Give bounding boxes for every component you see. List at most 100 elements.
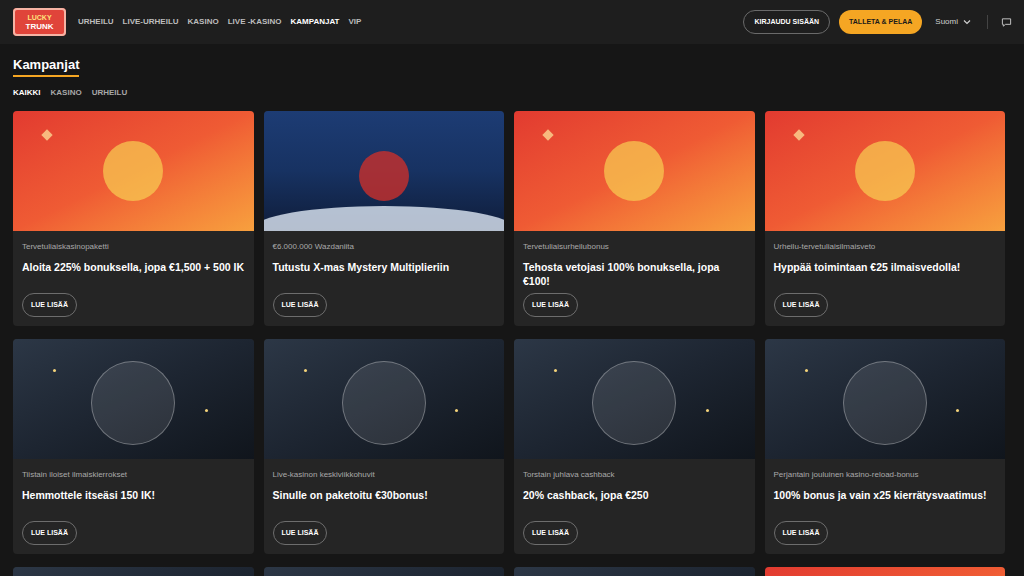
promo-category: €6.000.000 Wazdaniita bbox=[273, 242, 496, 252]
promo-image[interactable] bbox=[765, 111, 1006, 231]
star-icon bbox=[455, 409, 458, 412]
promo-title: Sinulle on paketoitu €30bonus! bbox=[273, 488, 496, 516]
star-icon bbox=[53, 369, 56, 372]
nav-link[interactable]: VIP bbox=[349, 16, 362, 28]
promo-image[interactable] bbox=[13, 111, 254, 231]
filter-tab[interactable]: KASINO bbox=[51, 88, 82, 98]
main-nav: URHEILU LIVE-URHEILU KASINO LIVE -KASINO KAM… bbox=[78, 16, 361, 28]
promo-card-body: Perjantain jouluinen kasino-reload-bonus… bbox=[765, 459, 1006, 554]
promo-card-body: Tiistain iloiset ilmaiskierrokset Hemmott… bbox=[13, 459, 254, 554]
promo-card: €6.000.000 Wazdaniita Tutustu X-mas Myste… bbox=[264, 111, 505, 326]
logo-text: TRUNK bbox=[26, 22, 54, 31]
top-bar: LUCKYTRUNK URHEILU LIVE-URHEILU KASINO LIVE … bbox=[0, 0, 1024, 44]
promo-title: Aloita 225% bonuksella, jopa €1,500 + 50… bbox=[22, 260, 245, 288]
promo-title: 100% bonus ja vain x25 kierrätysvaatimus… bbox=[774, 488, 997, 516]
promo-image[interactable] bbox=[514, 339, 755, 459]
filter-tab[interactable]: URHEILU bbox=[92, 88, 128, 98]
promo-category: Tiistain iloiset ilmaiskierrokset bbox=[22, 470, 245, 480]
promo-image[interactable] bbox=[264, 111, 505, 231]
read-more-button[interactable]: LUE LISÄÄ bbox=[22, 293, 77, 317]
promo-art bbox=[91, 361, 175, 445]
promo-image[interactable] bbox=[264, 339, 505, 459]
promo-image[interactable] bbox=[514, 111, 755, 231]
sparkle-icon bbox=[41, 129, 52, 140]
read-more-button[interactable]: LUE LISÄÄ bbox=[22, 521, 77, 545]
promo-category: Tervetuliaisurheilubonus bbox=[523, 242, 746, 252]
promo-card bbox=[264, 567, 505, 576]
promo-art bbox=[359, 151, 409, 201]
promo-title: Hemmottele itseäsi 150 IK! bbox=[22, 488, 245, 516]
promo-card bbox=[13, 567, 254, 576]
promo-art bbox=[855, 141, 915, 201]
filter-tab[interactable]: KAIKKI bbox=[13, 88, 41, 98]
read-more-button[interactable]: LUE LISÄÄ bbox=[774, 521, 829, 545]
chat-icon bbox=[1001, 17, 1012, 28]
promo-card: TervetuliaiskasinopakettiAloita 225% bon… bbox=[13, 111, 254, 326]
read-more-button[interactable]: LUE LISÄÄ bbox=[523, 521, 578, 545]
promo-category: Live-kasinon keskiviikkohuvit bbox=[273, 470, 496, 480]
star-icon bbox=[805, 369, 808, 372]
promo-image[interactable] bbox=[514, 567, 755, 576]
deposit-button[interactable]: TALLETA & PELAA bbox=[839, 10, 922, 34]
star-icon bbox=[205, 409, 208, 412]
divider bbox=[987, 15, 988, 29]
promo-title: Hyppää toimintaan €25 ilmaisvedolla! bbox=[774, 260, 997, 288]
promo-title: Tehosta vetojasi 100% bonuksella, jopa €… bbox=[523, 260, 746, 288]
star-icon bbox=[304, 369, 307, 372]
promo-title: Tutustu X-mas Mystery Multiplieriin bbox=[273, 260, 496, 288]
promo-card bbox=[514, 567, 755, 576]
promo-card: Perjantain jouluinen kasino-reload-bonus… bbox=[765, 339, 1006, 554]
sparkle-icon bbox=[542, 129, 553, 140]
nav-link[interactable]: KAMPANJAT bbox=[290, 16, 339, 28]
promo-card-body: Live-kasinon keskiviikkohuvit Sinulle on … bbox=[264, 459, 505, 554]
logo[interactable]: LUCKYTRUNK bbox=[13, 8, 66, 36]
language-select[interactable]: Suomi bbox=[935, 16, 972, 28]
promo-art bbox=[843, 361, 927, 445]
promo-card: Tervetuliaisurheilubonus Tehosta vetojasi… bbox=[514, 111, 755, 326]
promo-card-body: TervetuliaiskasinopakettiAloita 225% bon… bbox=[13, 231, 254, 326]
promo-card-body: Torstain juhlava cashback 20% cashback, j… bbox=[514, 459, 755, 554]
nav-link[interactable]: LIVE -KASINO bbox=[228, 16, 282, 28]
sparkle-icon bbox=[793, 129, 804, 140]
promo-card: Torstain juhlava cashback 20% cashback, j… bbox=[514, 339, 755, 554]
logo-text: LUCKY bbox=[27, 13, 51, 22]
read-more-button[interactable]: LUE LISÄÄ bbox=[523, 293, 578, 317]
promo-art bbox=[592, 361, 676, 445]
promo-image[interactable] bbox=[13, 339, 254, 459]
promo-category: Perjantain jouluinen kasino-reload-bonus bbox=[774, 470, 997, 480]
read-more-button[interactable]: LUE LISÄÄ bbox=[273, 521, 328, 545]
promo-title: 20% cashback, jopa €250 bbox=[523, 488, 746, 516]
star-icon bbox=[554, 369, 557, 372]
nav-link[interactable]: URHEILU bbox=[78, 16, 114, 28]
star-icon bbox=[706, 409, 709, 412]
promo-card-body: Tervetuliaisurheilubonus Tehosta vetojasi… bbox=[514, 231, 755, 326]
promo-art bbox=[342, 361, 426, 445]
promo-card: Urheilu-tervetuliaisilmaisvetoHyppää toi… bbox=[765, 111, 1006, 326]
promo-image[interactable] bbox=[765, 339, 1006, 459]
promo-card: Live-kasinon keskiviikkohuvit Sinulle on … bbox=[264, 339, 505, 554]
page-title: Kampanjat bbox=[13, 57, 79, 72]
promo-card bbox=[765, 567, 1006, 576]
promo-card: Tiistain iloiset ilmaiskierrokset Hemmott… bbox=[13, 339, 254, 554]
promo-art bbox=[604, 141, 664, 201]
language-label: Suomi bbox=[935, 16, 958, 28]
promo-card-body: Urheilu-tervetuliaisilmaisvetoHyppää toi… bbox=[765, 231, 1006, 326]
read-more-button[interactable]: LUE LISÄÄ bbox=[273, 293, 328, 317]
page-title-block: Kampanjat bbox=[13, 57, 79, 77]
promo-art bbox=[264, 206, 505, 231]
promotions-page: Kampanjat KAIKKI KASINO URHEILU Tervetuliais… bbox=[0, 44, 1024, 576]
promo-image[interactable] bbox=[13, 567, 254, 576]
promo-image[interactable] bbox=[264, 567, 505, 576]
promo-art bbox=[103, 141, 163, 201]
promo-card-body: €6.000.000 Wazdaniita Tutustu X-mas Myste… bbox=[264, 231, 505, 326]
promo-category: Torstain juhlava cashback bbox=[523, 470, 746, 480]
header-actions: KIRJAUDU SISÄÄN TALLETA & PELAA Suomi bbox=[743, 10, 1012, 34]
nav-link[interactable]: LIVE-URHEILU bbox=[123, 16, 179, 28]
read-more-button[interactable]: LUE LISÄÄ bbox=[774, 293, 829, 317]
promo-image[interactable] bbox=[765, 567, 1006, 576]
filter-tabs: KAIKKI KASINO URHEILU bbox=[13, 87, 1005, 99]
title-underline bbox=[13, 75, 79, 77]
promo-grid: TervetuliaiskasinopakettiAloita 225% bon… bbox=[13, 111, 1005, 576]
login-button[interactable]: KIRJAUDU SISÄÄN bbox=[743, 10, 830, 34]
nav-link[interactable]: KASINO bbox=[188, 16, 219, 28]
